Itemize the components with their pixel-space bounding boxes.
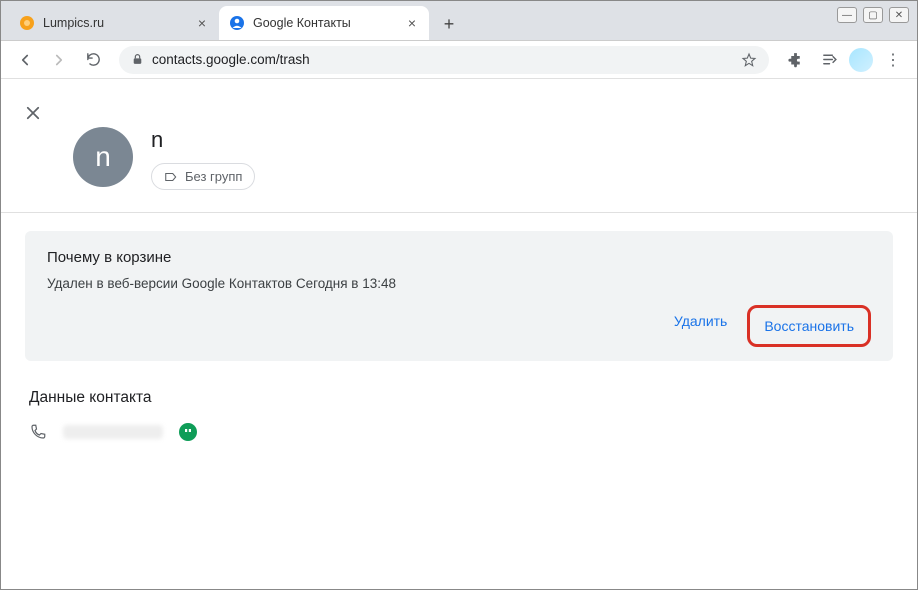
restore-button[interactable]: Восстановить [752, 310, 866, 342]
contact-avatar: n [73, 127, 133, 187]
browser-tab-lumpics[interactable]: Lumpics.ru × [9, 6, 219, 40]
window-controls: — ▢ ✕ [837, 7, 909, 23]
details-title: Данные контакта [29, 389, 889, 407]
phone-detail-row [29, 423, 889, 441]
trash-card-description: Удален в веб-версии Google Контактов Сег… [47, 276, 871, 291]
tab-favicon [19, 15, 35, 31]
media-control-icon[interactable] [815, 46, 843, 74]
browser-menu-button[interactable]: ⋮ [879, 46, 907, 74]
lock-icon [131, 53, 144, 66]
window-maximize-button[interactable]: ▢ [863, 7, 883, 23]
highlight-annotation: Восстановить [747, 305, 871, 347]
url-text: contacts.google.com/trash [152, 52, 733, 67]
trash-card-title: Почему в корзине [47, 249, 871, 266]
contact-name: n [151, 127, 255, 153]
reload-button[interactable] [79, 46, 107, 74]
label-chip[interactable]: Без групп [151, 163, 255, 190]
browser-tab-google-contacts[interactable]: Google Контакты × [219, 6, 429, 40]
phone-number-redacted [63, 425, 163, 439]
tab-close-button[interactable]: × [195, 16, 209, 30]
window-close-button[interactable]: ✕ [889, 7, 909, 23]
window-minimize-button[interactable]: — [837, 7, 857, 23]
hangouts-icon[interactable] [179, 423, 197, 441]
label-chip-text: Без групп [185, 169, 242, 184]
contact-details-section: Данные контакта [29, 389, 889, 441]
tab-title: Lumpics.ru [43, 16, 104, 30]
forward-button[interactable] [45, 46, 73, 74]
profile-avatar[interactable] [849, 48, 873, 72]
tab-close-button[interactable]: × [405, 16, 419, 30]
browser-tab-bar: Lumpics.ru × Google Контакты × + [1, 1, 917, 41]
bookmark-star-icon[interactable] [741, 52, 757, 68]
new-tab-button[interactable]: + [435, 10, 463, 38]
tab-favicon [229, 15, 245, 31]
extensions-icon[interactable] [781, 46, 809, 74]
delete-forever-button[interactable]: Удалить [662, 305, 739, 347]
contact-header: n n Без групп [1, 79, 917, 213]
back-button[interactable] [11, 46, 39, 74]
tab-title: Google Контакты [253, 16, 351, 30]
phone-icon [29, 423, 47, 441]
trash-info-card: Почему в корзине Удален в веб-версии Goo… [25, 231, 893, 361]
address-bar[interactable]: contacts.google.com/trash [119, 46, 769, 74]
page-content: n n Без групп Почему в корзине Удален в … [1, 79, 917, 441]
label-icon [164, 170, 178, 184]
close-contact-button[interactable] [19, 99, 47, 127]
browser-toolbar: contacts.google.com/trash ⋮ [1, 41, 917, 79]
